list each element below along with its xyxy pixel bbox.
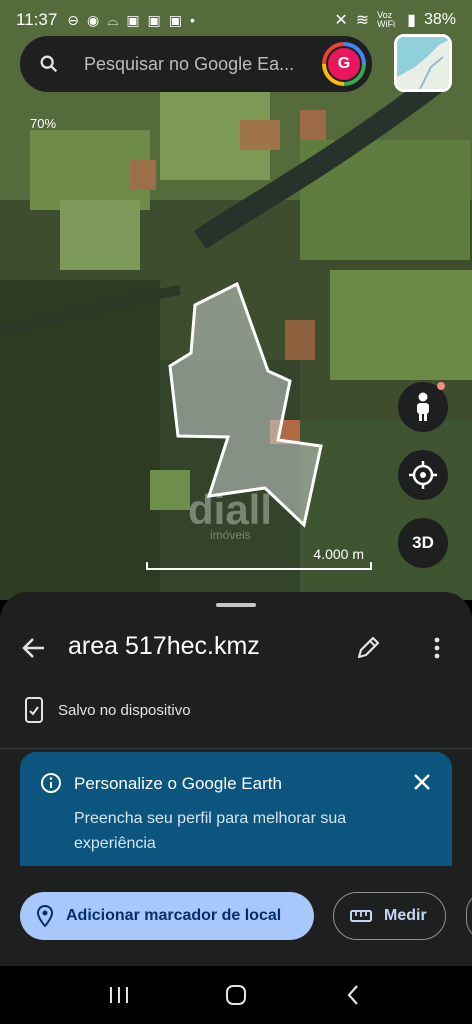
drag-handle[interactable] bbox=[216, 603, 256, 607]
device-saved-icon bbox=[25, 697, 43, 723]
scale-label: 4.000 m bbox=[313, 546, 364, 562]
mute-icon: ✕ bbox=[334, 12, 348, 29]
more-dot-icon: • bbox=[190, 12, 195, 28]
recents-icon bbox=[109, 987, 128, 1003]
scale-line bbox=[146, 562, 372, 570]
saved-status: Salvo no dispositivo bbox=[24, 696, 191, 724]
add-placemark-label: Adicionar marcador de local bbox=[66, 907, 282, 924]
pegman-icon bbox=[417, 392, 429, 421]
search-icon bbox=[40, 55, 58, 73]
back-chevron-icon bbox=[347, 985, 359, 1005]
dnd-icon: ⊖ bbox=[67, 11, 80, 28]
back-button[interactable] bbox=[333, 975, 373, 1015]
home-icon bbox=[225, 985, 246, 1005]
close-icon[interactable] bbox=[410, 770, 434, 794]
edit-pencil-icon[interactable] bbox=[354, 634, 382, 662]
more-vert-icon[interactable] bbox=[426, 634, 448, 662]
bird-icon: ⌓ bbox=[107, 11, 119, 28]
saved-label: Salvo no dispositivo bbox=[58, 701, 191, 719]
network-label: Voz WiFi bbox=[377, 10, 396, 29]
recent-apps-button[interactable] bbox=[99, 975, 139, 1015]
pegman-badge bbox=[437, 382, 445, 390]
home-button[interactable] bbox=[216, 975, 256, 1015]
bottom-sheet: area 517hec.kmz Salvo no dispositivo Per… bbox=[0, 592, 472, 1024]
location-pin-icon bbox=[36, 905, 54, 927]
measure-button[interactable]: Medir bbox=[333, 892, 446, 940]
back-arrow-icon[interactable] bbox=[20, 634, 48, 662]
banner-title: Personalize o Google Earth bbox=[74, 774, 282, 793]
search-placeholder[interactable]: Pesquisar no Google Ea... bbox=[84, 54, 314, 75]
toggle-3d-button[interactable]: 3D bbox=[398, 518, 448, 568]
zoom-level: 70% bbox=[30, 116, 57, 131]
app-icon: ▣ bbox=[168, 11, 183, 28]
status-time: 11:37 bbox=[16, 10, 58, 29]
ruler-icon bbox=[350, 910, 372, 922]
action-bar: Adicionar marcador de local Medir bbox=[0, 866, 472, 964]
globe-thumbnail[interactable] bbox=[394, 34, 452, 92]
chat-icon: ◉ bbox=[87, 11, 100, 28]
search-bar[interactable]: Pesquisar no Google Ea... G bbox=[20, 36, 372, 92]
measure-label: Medir bbox=[384, 907, 427, 924]
info-icon bbox=[41, 773, 61, 793]
file-title: area 517hec.kmz bbox=[68, 632, 260, 660]
system-nav-bar bbox=[0, 966, 472, 1024]
minimap-image bbox=[397, 37, 449, 89]
notification-icons: ⊖ ◉ ⌓ ▣ ▣ ▣ • bbox=[67, 12, 195, 29]
divider bbox=[0, 748, 472, 749]
battery-label: 38% bbox=[423, 11, 456, 28]
account-avatar[interactable]: G bbox=[322, 42, 366, 86]
system-icons: ✕ ≋ Voz WiFi ▮ 38% bbox=[334, 10, 456, 30]
watermark-logo: diall bbox=[188, 486, 273, 533]
banner-body: Preencha seu perfil para melhorar sua ex… bbox=[74, 810, 347, 852]
scale-bar: 4.000 m bbox=[146, 546, 372, 572]
add-placemark-button[interactable]: Adicionar marcador de local bbox=[20, 892, 314, 940]
crosshair-icon bbox=[409, 461, 437, 489]
app-icon: ▣ bbox=[147, 11, 161, 28]
avatar-letter: G bbox=[326, 46, 362, 82]
signal-icon: ▮ bbox=[407, 12, 416, 29]
app-icon: ▣ bbox=[126, 11, 140, 28]
my-location-button[interactable] bbox=[398, 450, 448, 500]
wifi-icon: ≋ bbox=[355, 12, 370, 29]
sheet-header: area 517hec.kmz bbox=[0, 628, 472, 668]
personalize-banner[interactable]: Personalize o Google Earth Preencha seu … bbox=[20, 752, 452, 872]
overflow-chip[interactable] bbox=[466, 892, 472, 940]
watermark-subtitle: imóveis bbox=[210, 528, 251, 542]
